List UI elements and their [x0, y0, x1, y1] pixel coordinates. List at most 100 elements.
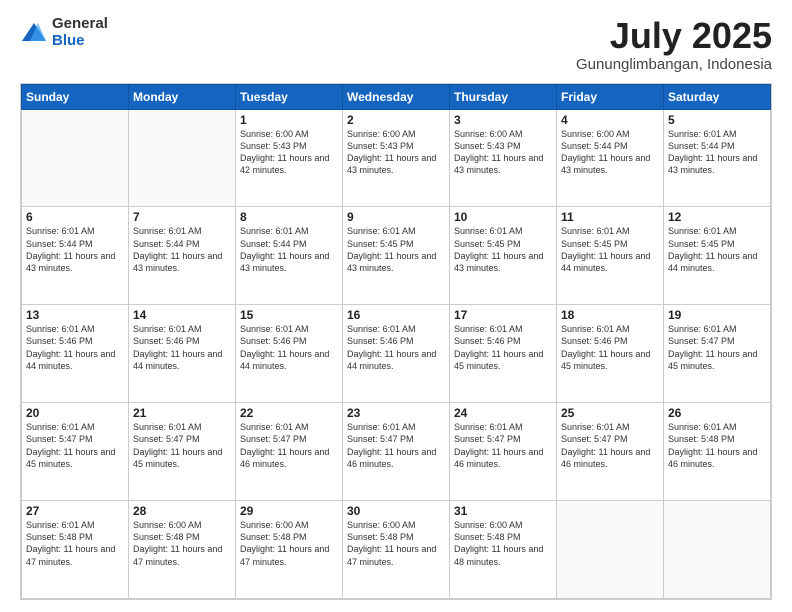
- weekday-header: Sunday: [22, 84, 129, 109]
- calendar: SundayMondayTuesdayWednesdayThursdayFrid…: [20, 83, 772, 600]
- day-number: 12: [668, 210, 766, 224]
- day-info: Sunrise: 6:01 AMSunset: 5:46 PMDaylight:…: [347, 323, 445, 372]
- table-row: 5Sunrise: 6:01 AMSunset: 5:44 PMDaylight…: [664, 109, 771, 207]
- day-number: 29: [240, 504, 338, 518]
- day-info: Sunrise: 6:01 AMSunset: 5:47 PMDaylight:…: [668, 323, 766, 372]
- logo-blue: Blue: [52, 33, 108, 50]
- table-row: 12Sunrise: 6:01 AMSunset: 5:45 PMDayligh…: [664, 207, 771, 305]
- table-row: 15Sunrise: 6:01 AMSunset: 5:46 PMDayligh…: [236, 305, 343, 403]
- day-info: Sunrise: 6:01 AMSunset: 5:46 PMDaylight:…: [133, 323, 231, 372]
- week-row: 13 Sunrise: 6:01 AMSunset: 5:46 PMDayligh…: [22, 305, 771, 403]
- table-row: 3Sunrise: 6:00 AMSunset: 5:43 PMDaylight…: [450, 109, 557, 207]
- day-number: 31: [454, 504, 552, 518]
- week-row: 27Sunrise: 6:01 AMSunset: 5:48 PMDayligh…: [22, 501, 771, 599]
- logo-general: General: [52, 16, 108, 33]
- week-row: 1 Sunrise: 6:00 AMSunset: 5:43 PMDaylight…: [22, 109, 771, 207]
- table-row: 16Sunrise: 6:01 AMSunset: 5:46 PMDayligh…: [343, 305, 450, 403]
- location: Gununglimbangan, Indonesia: [576, 56, 772, 73]
- day-number: 18: [561, 308, 659, 322]
- table-row: 27Sunrise: 6:01 AMSunset: 5:48 PMDayligh…: [22, 501, 129, 599]
- day-number: 2: [347, 113, 445, 127]
- table-row: 22Sunrise: 6:01 AMSunset: 5:47 PMDayligh…: [236, 403, 343, 501]
- day-info: Sunrise: 6:01 AMSunset: 5:44 PMDaylight:…: [668, 128, 766, 177]
- day-number: 11: [561, 210, 659, 224]
- day-number: 25: [561, 406, 659, 420]
- day-number: 22: [240, 406, 338, 420]
- day-info: Sunrise: 6:01 AMSunset: 5:46 PMDaylight:…: [454, 323, 552, 372]
- table-row: 28Sunrise: 6:00 AMSunset: 5:48 PMDayligh…: [129, 501, 236, 599]
- day-info: Sunrise: 6:01 AMSunset: 5:45 PMDaylight:…: [347, 225, 445, 274]
- table-row: 29Sunrise: 6:00 AMSunset: 5:48 PMDayligh…: [236, 501, 343, 599]
- day-number: 4: [561, 113, 659, 127]
- table-row: 30Sunrise: 6:00 AMSunset: 5:48 PMDayligh…: [343, 501, 450, 599]
- day-info: Sunrise: 6:00 AMSunset: 5:48 PMDaylight:…: [347, 519, 445, 568]
- day-number: 19: [668, 308, 766, 322]
- day-number: 26: [668, 406, 766, 420]
- logo-text: General Blue: [52, 16, 108, 49]
- table-row: 31Sunrise: 6:00 AMSunset: 5:48 PMDayligh…: [450, 501, 557, 599]
- weekday-header: Saturday: [664, 84, 771, 109]
- day-info: Sunrise: 6:01 AMSunset: 5:45 PMDaylight:…: [454, 225, 552, 274]
- day-info: Sunrise: 6:01 AMSunset: 5:46 PMDaylight:…: [561, 323, 659, 372]
- table-row: 21Sunrise: 6:01 AMSunset: 5:47 PMDayligh…: [129, 403, 236, 501]
- table-row: 19Sunrise: 6:01 AMSunset: 5:47 PMDayligh…: [664, 305, 771, 403]
- weekday-header: Friday: [557, 84, 664, 109]
- month-title: July 2025: [576, 16, 772, 56]
- week-row: 6 Sunrise: 6:01 AMSunset: 5:44 PMDaylight…: [22, 207, 771, 305]
- day-info: Sunrise: 6:01 AMSunset: 5:47 PMDaylight:…: [561, 421, 659, 470]
- table-row: 6Sunrise: 6:01 AMSunset: 5:44 PMDaylight…: [22, 207, 129, 305]
- table-row: 1Sunrise: 6:00 AMSunset: 5:43 PMDaylight…: [236, 109, 343, 207]
- day-info: Sunrise: 6:01 AMSunset: 5:45 PMDaylight:…: [561, 225, 659, 274]
- day-info: Sunrise: 6:01 AMSunset: 5:44 PMDaylight:…: [133, 225, 231, 274]
- weekday-row: SundayMondayTuesdayWednesdayThursdayFrid…: [22, 84, 771, 109]
- day-number: 7: [133, 210, 231, 224]
- day-info: Sunrise: 6:01 AMSunset: 5:47 PMDaylight:…: [133, 421, 231, 470]
- table-row: [22, 109, 129, 207]
- day-number: 24: [454, 406, 552, 420]
- table-row: 26Sunrise: 6:01 AMSunset: 5:48 PMDayligh…: [664, 403, 771, 501]
- weekday-header: Wednesday: [343, 84, 450, 109]
- weekday-header: Monday: [129, 84, 236, 109]
- table-row: 20Sunrise: 6:01 AMSunset: 5:47 PMDayligh…: [22, 403, 129, 501]
- table-row: 14Sunrise: 6:01 AMSunset: 5:46 PMDayligh…: [129, 305, 236, 403]
- day-number: 30: [347, 504, 445, 518]
- day-number: 27: [26, 504, 124, 518]
- week-row: 20Sunrise: 6:01 AMSunset: 5:47 PMDayligh…: [22, 403, 771, 501]
- title-block: July 2025 Gununglimbangan, Indonesia: [576, 16, 772, 73]
- day-number: 13: [26, 308, 124, 322]
- header: General Blue July 2025 Gununglimbangan, …: [20, 16, 772, 73]
- calendar-table: SundayMondayTuesdayWednesdayThursdayFrid…: [21, 84, 771, 599]
- day-info: Sunrise: 6:01 AMSunset: 5:48 PMDaylight:…: [668, 421, 766, 470]
- day-info: Sunrise: 6:01 AMSunset: 5:47 PMDaylight:…: [454, 421, 552, 470]
- day-number: 6: [26, 210, 124, 224]
- logo: General Blue: [20, 16, 108, 49]
- table-row: [129, 109, 236, 207]
- table-row: 4Sunrise: 6:00 AMSunset: 5:44 PMDaylight…: [557, 109, 664, 207]
- table-row: 18Sunrise: 6:01 AMSunset: 5:46 PMDayligh…: [557, 305, 664, 403]
- table-row: 25Sunrise: 6:01 AMSunset: 5:47 PMDayligh…: [557, 403, 664, 501]
- day-number: 21: [133, 406, 231, 420]
- day-number: 20: [26, 406, 124, 420]
- day-number: 1: [240, 113, 338, 127]
- day-info: Sunrise: 6:00 AMSunset: 5:48 PMDaylight:…: [240, 519, 338, 568]
- page: General Blue July 2025 Gununglimbangan, …: [0, 0, 792, 612]
- day-info: Sunrise: 6:01 AMSunset: 5:46 PMDaylight:…: [240, 323, 338, 372]
- table-row: 13Sunrise: 6:01 AMSunset: 5:46 PMDayligh…: [22, 305, 129, 403]
- table-row: 11Sunrise: 6:01 AMSunset: 5:45 PMDayligh…: [557, 207, 664, 305]
- day-info: Sunrise: 6:01 AMSunset: 5:44 PMDaylight:…: [240, 225, 338, 274]
- day-number: 15: [240, 308, 338, 322]
- day-info: Sunrise: 6:00 AMSunset: 5:48 PMDaylight:…: [133, 519, 231, 568]
- day-number: 10: [454, 210, 552, 224]
- day-number: 5: [668, 113, 766, 127]
- table-row: 10Sunrise: 6:01 AMSunset: 5:45 PMDayligh…: [450, 207, 557, 305]
- day-info: Sunrise: 6:01 AMSunset: 5:47 PMDaylight:…: [26, 421, 124, 470]
- table-row: 24Sunrise: 6:01 AMSunset: 5:47 PMDayligh…: [450, 403, 557, 501]
- weekday-header: Tuesday: [236, 84, 343, 109]
- day-info: Sunrise: 6:01 AMSunset: 5:45 PMDaylight:…: [668, 225, 766, 274]
- day-number: 3: [454, 113, 552, 127]
- day-number: 8: [240, 210, 338, 224]
- table-row: 7Sunrise: 6:01 AMSunset: 5:44 PMDaylight…: [129, 207, 236, 305]
- day-info: Sunrise: 6:01 AMSunset: 5:47 PMDaylight:…: [240, 421, 338, 470]
- day-info: Sunrise: 6:00 AMSunset: 5:43 PMDaylight:…: [347, 128, 445, 177]
- table-row: [664, 501, 771, 599]
